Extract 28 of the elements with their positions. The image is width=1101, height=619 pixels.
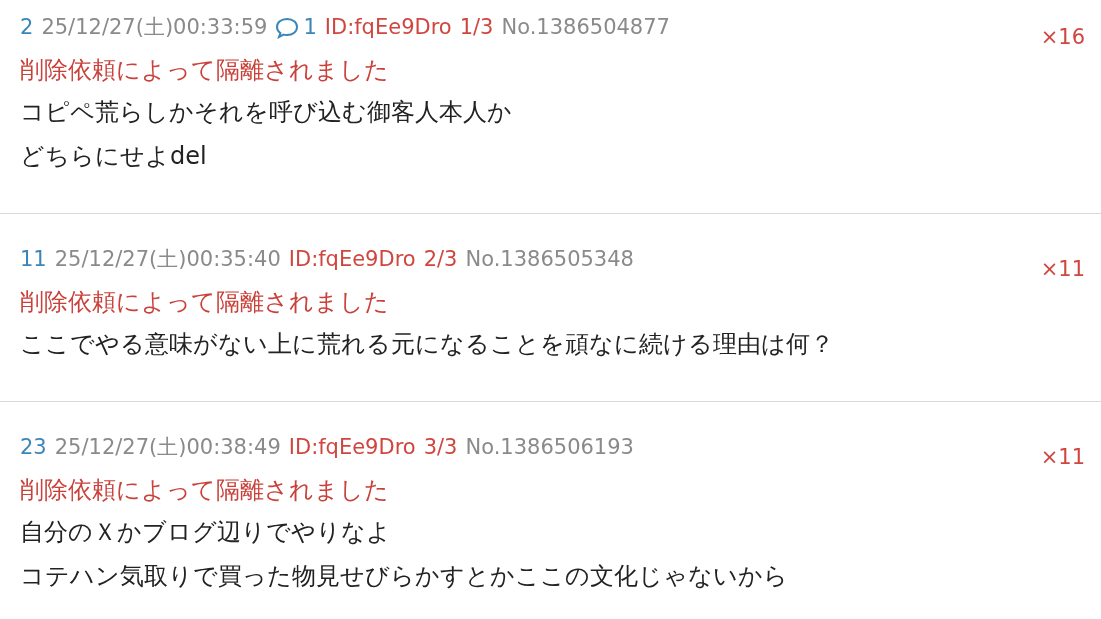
- poster-id[interactable]: ID:fqEe9Dro: [288, 432, 416, 464]
- removal-notice: 削除依頼によって隔離されました: [20, 475, 390, 506]
- reaction-count: ×16: [1040, 24, 1085, 51]
- speech-bubble-icon: [275, 17, 300, 39]
- post-text: コテハン気取りで買った物見せびらかすとかここの文化じゃないから: [20, 561, 789, 592]
- post-date: 25/12/27(土)00:38:49: [54, 434, 281, 462]
- id-post-count: 3/3: [423, 434, 458, 462]
- poster-id[interactable]: ID:fqEe9Dro: [288, 244, 416, 276]
- post-number[interactable]: 2: [20, 12, 34, 44]
- reaction-count: ×11: [1040, 444, 1085, 471]
- poster-id[interactable]: ID:fqEe9Dro: [324, 12, 452, 44]
- post-no: No.1386504877: [501, 14, 670, 42]
- post-number[interactable]: 11: [20, 244, 47, 276]
- removal-notice: 削除依頼によって隔離されました: [20, 287, 390, 318]
- removal-notice: 削除依頼によって隔離されました: [20, 55, 390, 86]
- post-number[interactable]: 23: [20, 432, 47, 464]
- post-date: 25/12/27(土)00:35:40: [54, 246, 281, 274]
- reply-count[interactable]: 1: [303, 12, 317, 44]
- post-text: ここでやる意味がない上に荒れる元になることを頑なに続ける理由は何？: [20, 329, 835, 360]
- id-post-count: 2/3: [423, 246, 458, 274]
- post-text: コピペ荒らしかそれを呼び込む御客人本人か: [20, 97, 513, 128]
- id-post-count: 1/3: [459, 14, 494, 42]
- post-date: 25/12/27(土)00:33:59: [41, 14, 268, 42]
- post-text: どちらにせよdel: [20, 141, 208, 172]
- reaction-count: ×11: [1040, 256, 1085, 283]
- post-no: No.1386506193: [465, 434, 634, 462]
- post-text: 自分のＸかブログ辺りでやりなよ: [20, 517, 392, 548]
- post-no: No.1386505348: [465, 246, 634, 274]
